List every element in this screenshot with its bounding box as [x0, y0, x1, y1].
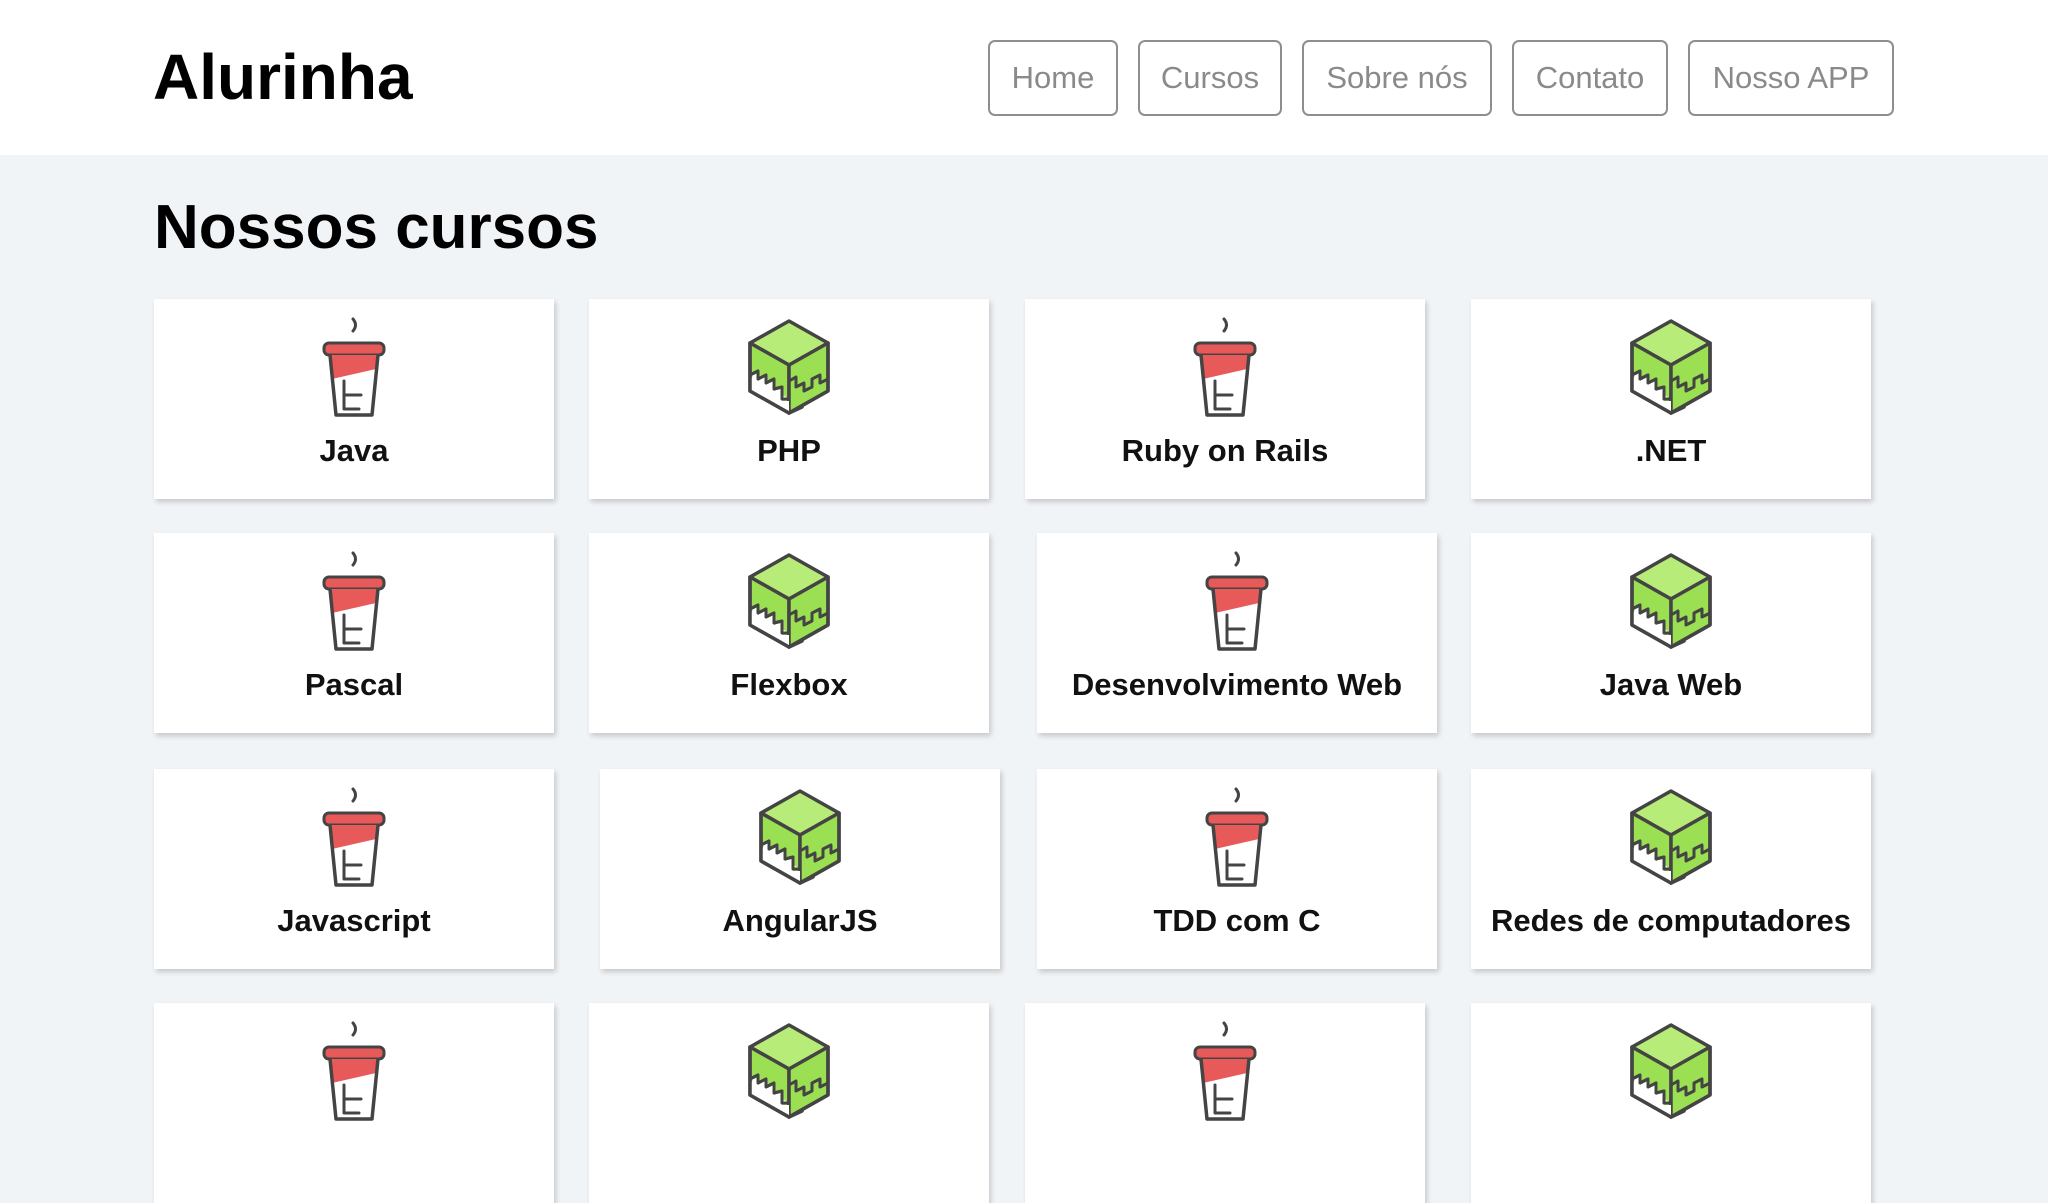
coffee-cup-icon [309, 787, 399, 887]
course-label: Flexbox [730, 667, 848, 702]
nav-contato-button[interactable]: Contato [1512, 40, 1668, 116]
course-card[interactable]: TDD com C [1037, 769, 1437, 969]
nav-sobre-button[interactable]: Sobre nós [1302, 40, 1492, 116]
course-card[interactable]: Ruby on Rails [1025, 299, 1425, 499]
course-label: AngularJS [722, 903, 878, 938]
course-card[interactable]: Desenvolvimento Web [1037, 533, 1437, 733]
course-card[interactable]: .NET [1471, 299, 1871, 499]
site-header: Alurinha Home Cursos Sobre nós Contato N… [0, 0, 2048, 155]
course-label: PHP [757, 433, 821, 468]
green-cube-icon [1626, 317, 1716, 417]
course-card[interactable] [589, 1003, 989, 1203]
green-cube-icon [744, 317, 834, 417]
course-label: Desenvolvimento Web [1071, 667, 1403, 702]
course-card[interactable]: Flexbox [589, 533, 989, 733]
course-label: Java [319, 433, 389, 468]
coffee-cup-icon [1192, 787, 1282, 887]
green-cube-icon [755, 787, 845, 887]
course-card[interactable]: Javascript [154, 769, 554, 969]
green-cube-icon [744, 1021, 834, 1121]
course-card[interactable] [1471, 1003, 1871, 1203]
brand-logo[interactable]: Alurinha [153, 37, 413, 117]
course-card[interactable]: Pascal [154, 533, 554, 733]
course-label: Ruby on Rails [1121, 433, 1329, 468]
course-label: Javascript [277, 903, 431, 938]
course-card[interactable]: PHP [589, 299, 989, 499]
green-cube-icon [1626, 551, 1716, 651]
coffee-cup-icon [309, 317, 399, 417]
course-label: .NET [1635, 433, 1707, 468]
coffee-cup-icon [1180, 317, 1270, 417]
coffee-cup-icon [309, 1021, 399, 1121]
course-card[interactable]: Java [154, 299, 554, 499]
course-card[interactable]: Java Web [1471, 533, 1871, 733]
green-cube-icon [1626, 787, 1716, 887]
nav-home-button[interactable]: Home [988, 40, 1118, 116]
coffee-cup-icon [309, 551, 399, 651]
course-card[interactable] [154, 1003, 554, 1203]
coffee-cup-icon [1180, 1021, 1270, 1121]
course-card[interactable] [1025, 1003, 1425, 1203]
green-cube-icon [1626, 1021, 1716, 1121]
course-label: TDD com C [1153, 903, 1321, 938]
coffee-cup-icon [1192, 551, 1282, 651]
nav-app-button[interactable]: Nosso APP [1688, 40, 1894, 116]
green-cube-icon [744, 551, 834, 651]
course-label: Redes de computadores [1490, 903, 1852, 938]
course-label: Java Web [1599, 667, 1743, 702]
course-card[interactable]: Redes de computadores [1471, 769, 1871, 969]
course-card[interactable]: AngularJS [600, 769, 1000, 969]
nav-cursos-button[interactable]: Cursos [1138, 40, 1282, 116]
page-title: Nossos cursos [154, 193, 599, 262]
course-label: Pascal [304, 667, 404, 702]
